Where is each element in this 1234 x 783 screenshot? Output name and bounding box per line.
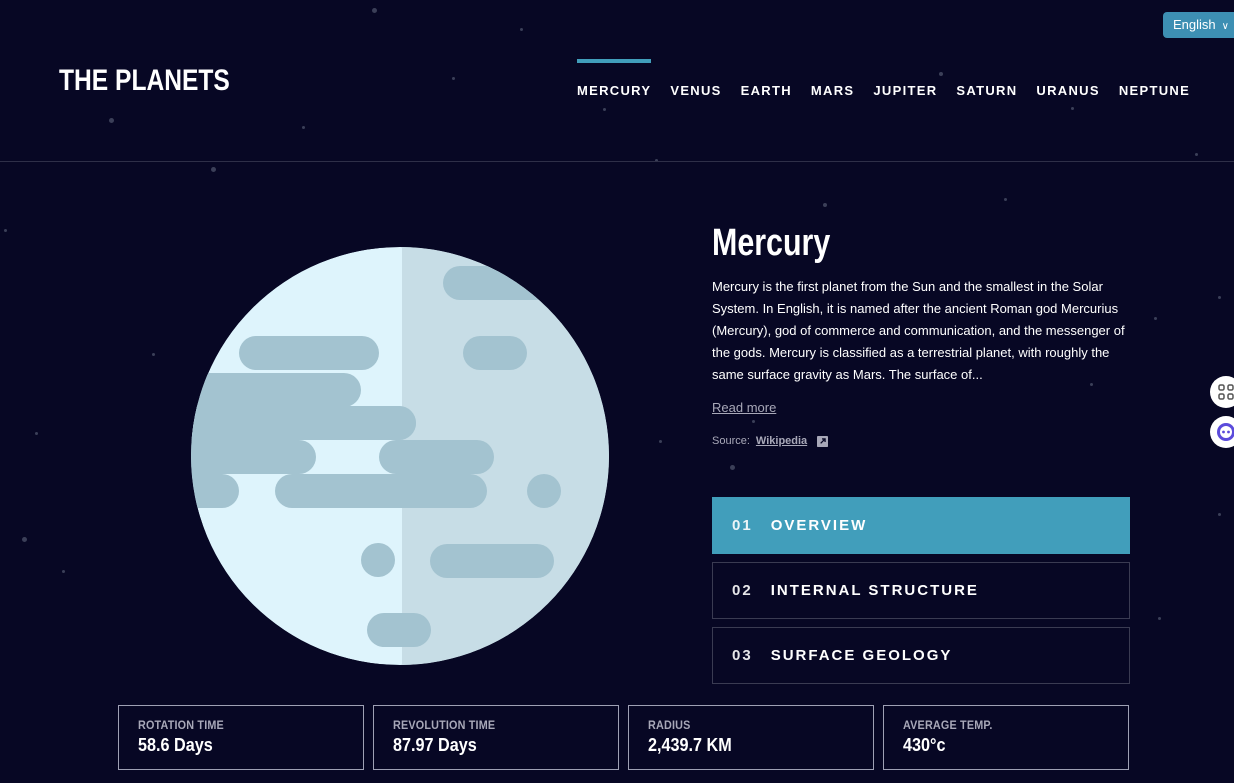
tab-label: SURFACE GEOLOGY <box>770 647 953 664</box>
mercury-planet-illustration <box>191 247 609 665</box>
read-more-link[interactable]: Read more <box>712 400 776 415</box>
stat-label: REVOLUTION TIME <box>393 718 496 732</box>
tab-number: 02 <box>732 582 753 599</box>
source-label: Source: <box>712 435 750 447</box>
nav-item-earth[interactable]: EARTH <box>741 59 792 98</box>
tab-internal-structure[interactable]: 02 INTERNAL STRUCTURE <box>712 562 1130 619</box>
grid-button[interactable] <box>1210 376 1234 408</box>
tab-surface-geology[interactable]: 03 SURFACE GEOLOGY <box>712 627 1130 684</box>
planet-title: Mercury <box>712 222 831 264</box>
stat-revolution-time: REVOLUTION TIME 87.97 Days <box>373 705 619 770</box>
stat-label: RADIUS <box>648 718 691 732</box>
tab-overview[interactable]: 01 OVERVIEW <box>712 497 1130 554</box>
stat-value: 87.97 Days <box>393 735 477 755</box>
site-header: THE PLANETS MERCURY VENUS EARTH MARS JUP… <box>0 0 1234 162</box>
site-logo[interactable]: THE PLANETS <box>59 64 230 98</box>
nav-item-mars[interactable]: MARS <box>811 59 854 98</box>
stat-value: 58.6 Days <box>138 735 213 755</box>
source-line: Source: Wikipedia <box>712 435 1130 447</box>
stat-average-temp: AVERAGE TEMP. 430°c <box>883 705 1129 770</box>
nav-item-jupiter[interactable]: JUPITER <box>873 59 937 98</box>
planet-info: Mercury Mercury is the first planet from… <box>712 222 1130 447</box>
assistant-button[interactable] <box>1210 416 1234 448</box>
tab-number: 03 <box>732 647 753 664</box>
tab-label: INTERNAL STRUCTURE <box>770 582 979 599</box>
stat-rotation-time: ROTATION TIME 58.6 Days <box>118 705 364 770</box>
wikipedia-link[interactable]: Wikipedia <box>756 435 807 447</box>
external-link-icon[interactable] <box>817 435 829 447</box>
planet-stats: ROTATION TIME 58.6 Days REVOLUTION TIME … <box>118 705 1129 770</box>
stat-label: AVERAGE TEMP. <box>903 718 993 732</box>
nav-item-saturn[interactable]: SATURN <box>956 59 1017 98</box>
stat-label: ROTATION TIME <box>138 718 224 732</box>
stat-value: 430°c <box>903 735 946 755</box>
stat-radius: RADIUS 2,439.7 KM <box>628 705 874 770</box>
nav-item-venus[interactable]: VENUS <box>670 59 721 98</box>
nav-item-uranus[interactable]: URANUS <box>1036 59 1099 98</box>
planet-description: Mercury is the first planet from the Sun… <box>712 279 1125 382</box>
grid-icon <box>1218 384 1234 400</box>
stat-value: 2,439.7 KM <box>648 735 732 755</box>
nav-item-neptune[interactable]: NEPTUNE <box>1119 59 1190 98</box>
nav-item-mercury[interactable]: MERCURY <box>577 59 652 98</box>
tab-label: OVERVIEW <box>770 517 868 534</box>
content-tabs: 01 OVERVIEW 02 INTERNAL STRUCTURE 03 SUR… <box>712 497 1130 692</box>
tab-number: 01 <box>732 517 753 534</box>
planet-nav: MERCURY VENUS EARTH MARS JUPITER SATURN … <box>577 59 1209 98</box>
assistant-icon <box>1217 423 1234 441</box>
